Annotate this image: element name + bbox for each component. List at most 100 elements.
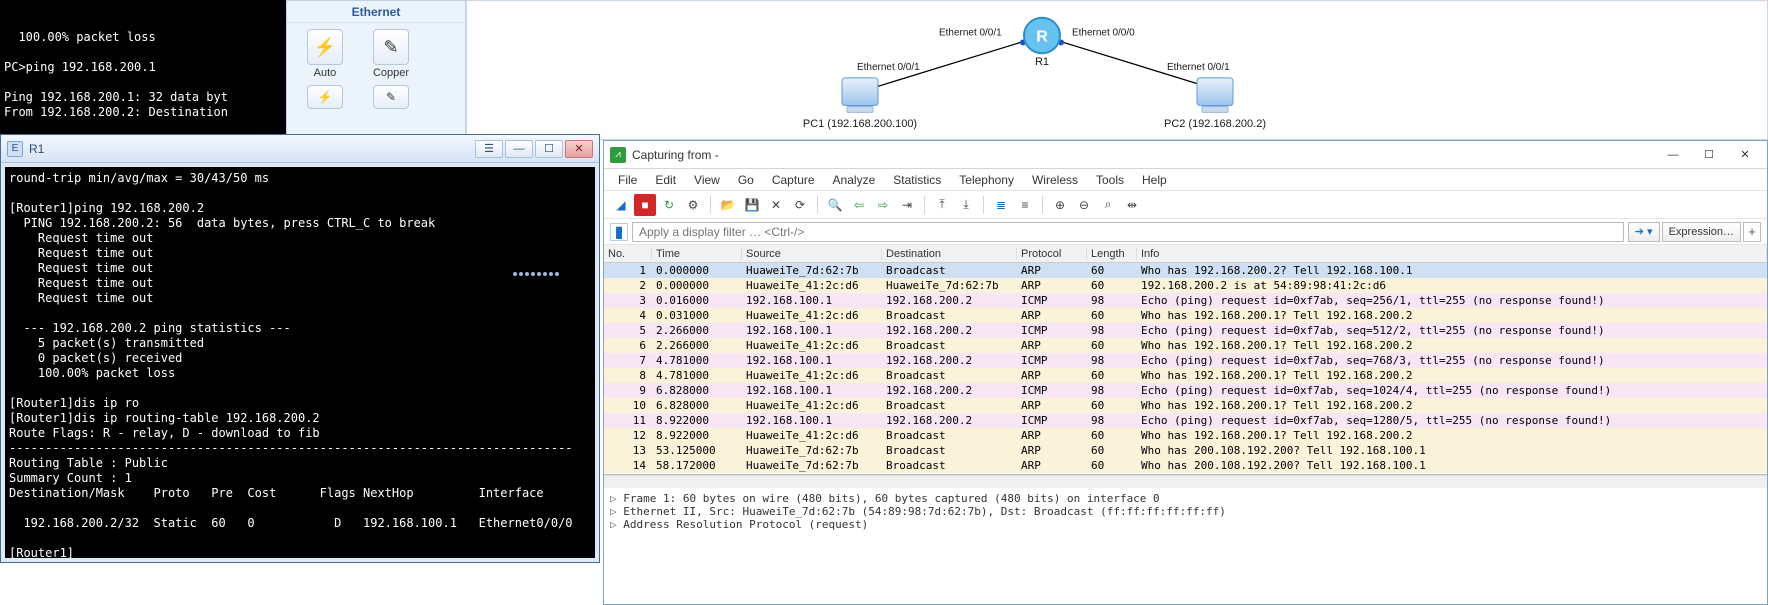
packet-row[interactable]: 52.266000192.168.100.1192.168.200.2ICMP9… bbox=[604, 323, 1767, 338]
topology-canvas[interactable]: R R1 Ethernet 0/0/1 Ethernet 0/0/0 PC1 (… bbox=[466, 0, 1768, 140]
cell-time: 6.828000 bbox=[652, 384, 742, 397]
filter-bookmark-icon[interactable]: ▮ bbox=[610, 223, 628, 241]
zoom-out-icon[interactable]: ⊖ bbox=[1073, 194, 1095, 216]
col-header-no[interactable]: No. bbox=[604, 248, 652, 260]
maximize-button[interactable]: ☐ bbox=[535, 140, 563, 158]
menu-capture[interactable]: Capture bbox=[764, 171, 823, 189]
detail-line[interactable]: Address Resolution Protocol (request) bbox=[610, 518, 1761, 531]
col-header-time[interactable]: Time bbox=[652, 248, 742, 260]
r1-cli-output[interactable]: round-trip min/avg/max = 30/43/50 ms [Ro… bbox=[5, 167, 595, 558]
cell-time: 0.000000 bbox=[652, 264, 742, 277]
packet-row[interactable]: 1353.125000HuaweiTe_7d:62:7bBroadcastARP… bbox=[604, 443, 1767, 458]
close-icon[interactable]: ✕ bbox=[765, 194, 787, 216]
filter-apply-arrow[interactable]: ➔ ▾ bbox=[1628, 222, 1660, 242]
detail-line[interactable]: Ethernet II, Src: HuaweiTe_7d:62:7b (54:… bbox=[610, 505, 1761, 518]
first-icon[interactable]: ⤒ bbox=[931, 194, 953, 216]
pc-terminal-output: 100.00% packet loss PC>ping 192.168.200.… bbox=[4, 30, 282, 134]
packet-row[interactable]: 118.922000192.168.100.1192.168.200.2ICMP… bbox=[604, 413, 1767, 428]
toolbar-separator bbox=[983, 196, 984, 214]
minimize-button[interactable]: — bbox=[505, 140, 533, 158]
ensp-window-icon: E bbox=[7, 141, 23, 157]
cell-no: 8 bbox=[604, 369, 652, 382]
node-router-r1[interactable]: R R1 bbox=[1024, 18, 1060, 68]
back-icon[interactable]: ⇦ bbox=[848, 194, 870, 216]
ws-minimize-button[interactable]: — bbox=[1657, 144, 1689, 166]
packet-row[interactable]: 1458.172000HuaweiTe_7d:62:7bBroadcastARP… bbox=[604, 458, 1767, 473]
detail-line[interactable]: Frame 1: 60 bytes on wire (480 bits), 60… bbox=[610, 492, 1761, 505]
reload-icon[interactable]: ⟳ bbox=[789, 194, 811, 216]
last-icon[interactable]: ⤓ bbox=[955, 194, 977, 216]
packet-row[interactable]: 20.000000HuaweiTe_41:2c:d6HuaweiTe_7d:62… bbox=[604, 278, 1767, 293]
cell-src: 192.168.100.1 bbox=[742, 354, 882, 367]
jump-icon[interactable]: ⇥ bbox=[896, 194, 918, 216]
stop-icon[interactable]: ■ bbox=[634, 194, 656, 216]
ws-maximize-button[interactable]: ☐ bbox=[1693, 144, 1725, 166]
packet-list-pane[interactable]: No.TimeSourceDestinationProtocolLengthIn… bbox=[604, 245, 1767, 475]
packet-row[interactable]: 128.922000HuaweiTe_41:2c:d6BroadcastARP6… bbox=[604, 428, 1767, 443]
menu-view[interactable]: View bbox=[686, 171, 728, 189]
packet-row[interactable]: 106.828000HuaweiTe_41:2c:d6BroadcastARP6… bbox=[604, 398, 1767, 413]
menu-statistics[interactable]: Statistics bbox=[885, 171, 949, 189]
router-port-right: Ethernet 0/0/0 bbox=[1072, 28, 1135, 39]
menu-button[interactable]: ☰ bbox=[475, 140, 503, 158]
col-header-protocol[interactable]: Protocol bbox=[1017, 248, 1087, 260]
menu-wireless[interactable]: Wireless bbox=[1024, 171, 1086, 189]
resize-cols-icon[interactable]: ⇹ bbox=[1121, 194, 1143, 216]
autoscroll-icon[interactable]: ≣ bbox=[990, 194, 1012, 216]
cell-time: 53.125000 bbox=[652, 444, 742, 457]
menu-file[interactable]: File bbox=[610, 171, 645, 189]
col-header-destination[interactable]: Destination bbox=[882, 248, 1017, 260]
close-button[interactable]: ✕ bbox=[565, 140, 593, 158]
cell-no: 12 bbox=[604, 429, 652, 442]
fwd-icon[interactable]: ⇨ bbox=[872, 194, 894, 216]
menu-help[interactable]: Help bbox=[1134, 171, 1175, 189]
packet-list-horizontal-scroll[interactable] bbox=[604, 475, 1767, 487]
palette-serial[interactable]: ⚡ bbox=[295, 85, 355, 109]
ws-close-button[interactable]: ✕ bbox=[1729, 144, 1761, 166]
cell-dst: Broadcast bbox=[882, 339, 1017, 352]
shark-fin-icon[interactable]: ◢ bbox=[610, 194, 632, 216]
display-filter-input[interactable] bbox=[632, 222, 1624, 242]
menu-edit[interactable]: Edit bbox=[647, 171, 684, 189]
find-icon[interactable]: 🔍 bbox=[824, 194, 846, 216]
cell-len: 98 bbox=[1087, 384, 1137, 397]
col-header-source[interactable]: Source bbox=[742, 248, 882, 260]
options-icon[interactable]: ⚙ bbox=[682, 194, 704, 216]
pc-terminal[interactable]: 100.00% packet loss PC>ping 192.168.200.… bbox=[0, 0, 286, 134]
packet-row[interactable]: 84.781000HuaweiTe_41:2c:d6BroadcastARP60… bbox=[604, 368, 1767, 383]
packet-row[interactable]: 10.000000HuaweiTe_7d:62:7bBroadcastARP60… bbox=[604, 263, 1767, 278]
packet-row[interactable]: 74.781000192.168.100.1192.168.200.2ICMP9… bbox=[604, 353, 1767, 368]
packet-list-header[interactable]: No.TimeSourceDestinationProtocolLengthIn… bbox=[604, 245, 1767, 263]
col-header-info[interactable]: Info bbox=[1137, 248, 1767, 260]
cell-dst: 192.168.200.2 bbox=[882, 414, 1017, 427]
packet-details-pane[interactable]: Frame 1: 60 bytes on wire (480 bits), 60… bbox=[604, 487, 1767, 604]
cell-proto: ARP bbox=[1017, 339, 1087, 352]
cell-no: 1 bbox=[604, 264, 652, 277]
packet-row[interactable]: 62.266000HuaweiTe_41:2c:d6BroadcastARP60… bbox=[604, 338, 1767, 353]
cell-dst: Broadcast bbox=[882, 309, 1017, 322]
palette-pos[interactable]: ✎ bbox=[361, 85, 421, 109]
zoom-in-icon[interactable]: ⊕ bbox=[1049, 194, 1071, 216]
open-icon[interactable]: 📂 bbox=[717, 194, 739, 216]
palette-copper[interactable]: ✎ Copper bbox=[361, 29, 421, 79]
menu-tools[interactable]: Tools bbox=[1088, 171, 1132, 189]
colorize-icon[interactable]: ≡ bbox=[1014, 194, 1036, 216]
save-icon[interactable]: 💾 bbox=[741, 194, 763, 216]
filter-add-button[interactable]: + bbox=[1743, 222, 1761, 242]
packet-row[interactable]: 40.031000HuaweiTe_41:2c:d6BroadcastARP60… bbox=[604, 308, 1767, 323]
menu-go[interactable]: Go bbox=[730, 171, 762, 189]
expression-button[interactable]: Expression… bbox=[1662, 222, 1741, 242]
node-pc1[interactable]: PC1 (192.168.200.100) bbox=[803, 78, 917, 130]
col-header-length[interactable]: Length bbox=[1087, 248, 1137, 260]
menu-telephony[interactable]: Telephony bbox=[951, 171, 1022, 189]
restart-icon[interactable]: ↻ bbox=[658, 194, 680, 216]
cell-proto: ICMP bbox=[1017, 294, 1087, 307]
node-pc2[interactable]: PC2 (192.168.200.2) bbox=[1164, 78, 1266, 130]
cell-len: 60 bbox=[1087, 429, 1137, 442]
wireshark-icon: ⩘ bbox=[610, 147, 626, 163]
packet-row[interactable]: 96.828000192.168.100.1192.168.200.2ICMP9… bbox=[604, 383, 1767, 398]
palette-auto[interactable]: ⚡ Auto bbox=[295, 29, 355, 79]
packet-row[interactable]: 30.016000192.168.100.1192.168.200.2ICMP9… bbox=[604, 293, 1767, 308]
zoom-reset-icon[interactable]: ⌕ bbox=[1097, 194, 1119, 216]
menu-analyze[interactable]: Analyze bbox=[825, 171, 884, 189]
